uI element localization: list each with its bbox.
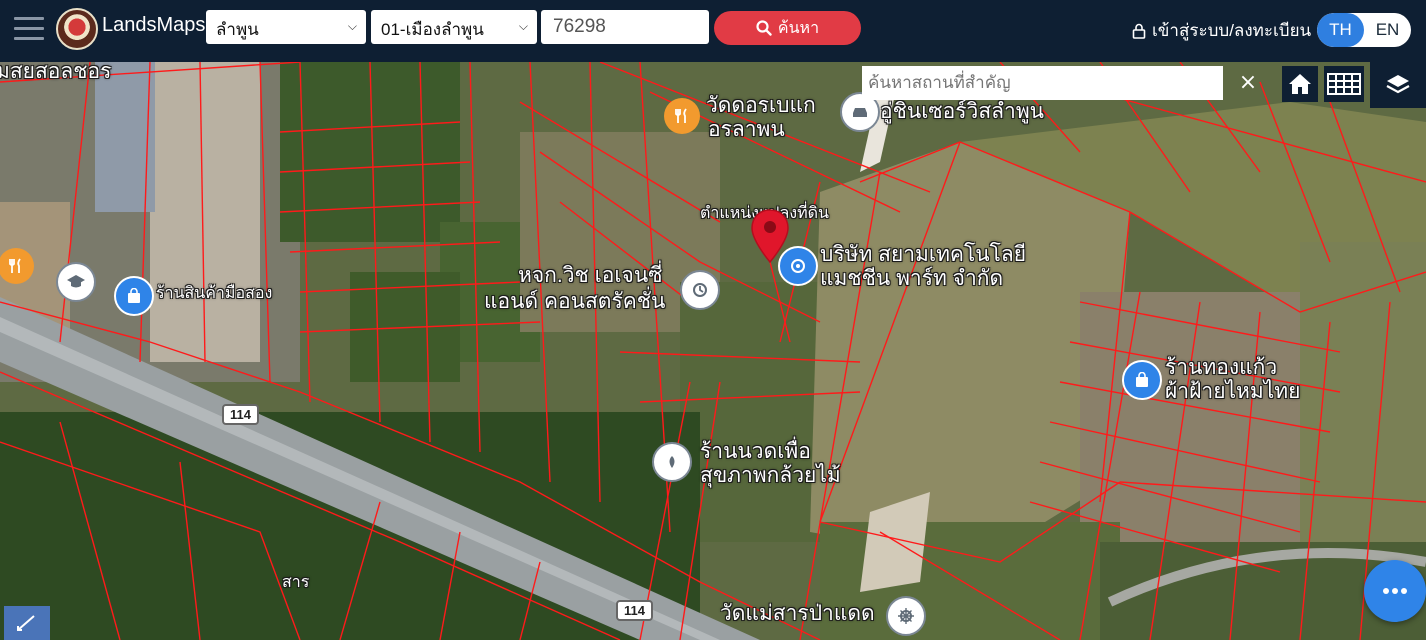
layers-button[interactable] [1370, 62, 1426, 108]
place-search-input[interactable] [862, 66, 1223, 100]
map-label-road: สาร [282, 574, 310, 591]
road-shield-114: 114 [222, 404, 259, 425]
lang-th-button[interactable]: TH [1317, 13, 1364, 47]
lang-en-button[interactable]: EN [1364, 13, 1411, 47]
map-label-hlk-line2: แอนด์ คอนสตรัคชั่น [484, 290, 666, 313]
map-label-massage-line1: ร้านนวดเพื่อ [700, 440, 811, 463]
map-label-temple-top-line2: อรลาพน [708, 118, 785, 141]
road-shield-114: 114 [616, 600, 653, 621]
map-label-partial: มสยสอลชอร [0, 62, 112, 83]
map-label-service: อู่ชินเซอร์วิสลำพูน [880, 100, 1045, 123]
temple-icon[interactable] [886, 596, 926, 636]
province-select-value: ลำพูน [216, 20, 259, 39]
search-button-label: ค้นหา [777, 19, 820, 37]
shopping-bag-icon[interactable] [114, 276, 154, 316]
chevron-down-icon: ⌵ [518, 19, 528, 33]
map-pin-icon[interactable] [750, 208, 790, 264]
map-label-temple-bottom: วัดแม่สารป่าแดด [720, 602, 875, 625]
school-icon[interactable] [56, 262, 96, 302]
lock-icon [1132, 23, 1146, 39]
more-dots-icon [1383, 588, 1407, 594]
map-label-shop-right-line1: ร้านทองแก้ว [1165, 356, 1278, 379]
search-button[interactable]: ค้นหา [714, 11, 861, 45]
spa-icon[interactable] [652, 442, 692, 482]
district-select-value: 01-เมืองลำพูน [381, 20, 484, 39]
menu-icon[interactable] [14, 17, 44, 41]
layers-icon [1386, 75, 1410, 94]
map-label-company-line1: บริษัท สยามเทคโนโลยี [820, 243, 1027, 266]
measure-tool-button[interactable] [4, 606, 50, 640]
map-label-hlk-line1: หจก.วิช เอเจนซี่ [518, 264, 663, 287]
map-label-shop-left: ร้านสินค้ามือสอง [156, 285, 273, 302]
district-select[interactable]: 01-เมืองลำพูน ⌵ [371, 10, 537, 44]
office-icon[interactable] [680, 270, 720, 310]
chevron-down-icon: ⌵ [347, 19, 357, 33]
chat-button[interactable] [1364, 560, 1426, 622]
grid-icon [1327, 73, 1361, 95]
login-link[interactable]: เข้าสู่ระบบ/ลงทะเบียน [1132, 17, 1311, 44]
language-switch: TH EN [1317, 13, 1411, 47]
home-icon [1289, 74, 1311, 94]
search-icon [756, 20, 772, 36]
map-label-massage-line2: สุขภาพกล้วยไม้ [700, 464, 841, 487]
landsmaps-logo [56, 8, 98, 50]
ruler-icon [17, 615, 35, 631]
map-label-temple-top: วัดดอรเบแก [706, 94, 816, 117]
login-label: เข้าสู่ระบบ/ลงทะเบียน [1152, 21, 1312, 40]
brand-name: LandsMaps [102, 14, 206, 36]
province-select[interactable]: ลำพูน ⌵ [206, 10, 366, 44]
satellite-map [0, 62, 1426, 640]
clear-search-button[interactable]: × [1228, 66, 1268, 100]
restaurant-icon[interactable] [664, 98, 700, 134]
top-bar: LandsMaps ลำพูน ⌵ 01-เมืองลำพูน ⌵ ค้นหา … [0, 0, 1426, 62]
map-label-company-line2: แมชชีน พาร์ท จำกัด [820, 267, 1004, 290]
map-canvas[interactable]: มสยสอลชอร วัดดอรเบแก อรลาพน อู่ชินเซอร์ว… [0, 62, 1426, 640]
shopping-bag-icon[interactable] [1122, 360, 1162, 400]
parcel-number-input[interactable] [541, 10, 709, 44]
grid-toggle-button[interactable] [1324, 66, 1364, 102]
home-button[interactable] [1282, 66, 1318, 102]
map-label-shop-right-line2: ผ้าฝ้ายไหมไทย [1165, 380, 1301, 403]
